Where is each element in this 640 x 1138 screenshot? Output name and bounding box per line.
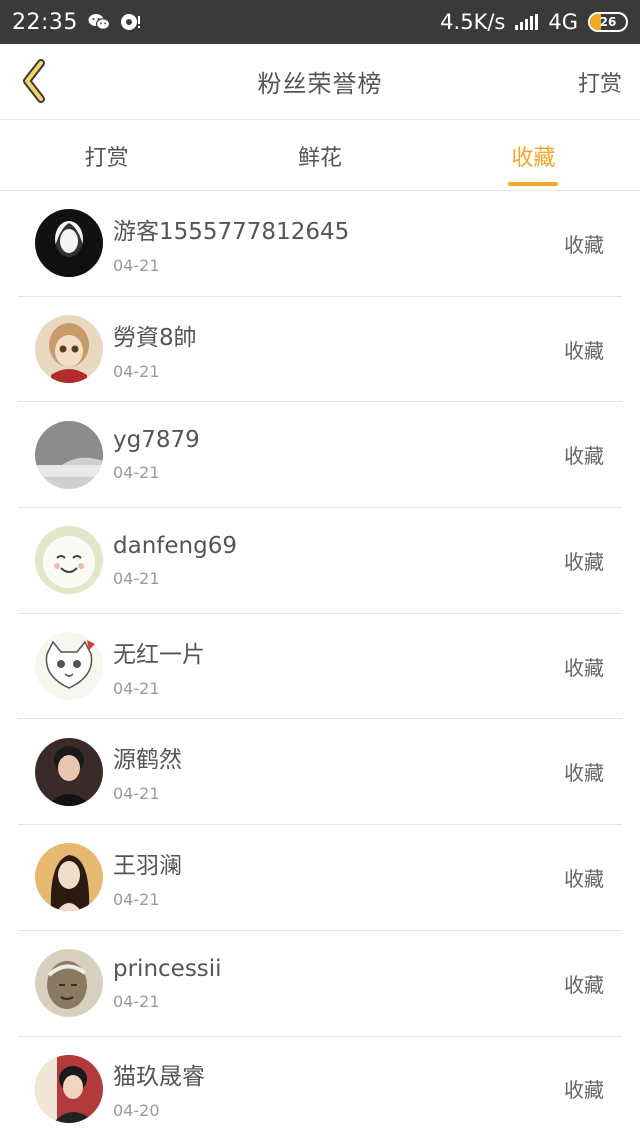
list-item[interactable]: 王羽澜 04-21 收藏	[18, 825, 622, 931]
signal-icon	[515, 14, 539, 30]
avatar	[35, 632, 103, 701]
tab-indicator	[508, 182, 559, 186]
action-label: 收藏	[564, 761, 604, 786]
avatar	[35, 315, 103, 384]
action-label: 收藏	[564, 655, 604, 680]
app-bar: 粉丝荣誉榜 打赏	[0, 44, 640, 120]
battery-level: 26	[599, 15, 617, 29]
row-date: 04-21	[113, 255, 160, 275]
tab-reward[interactable]: 打赏	[0, 121, 213, 190]
tab-bar: 打赏 鲜花 收藏	[0, 121, 640, 191]
user-name: 源鹤然	[113, 747, 182, 774]
status-right: 4.5K/s 4G 26	[440, 10, 628, 34]
action-label: 收藏	[564, 549, 604, 574]
user-name: 王羽澜	[113, 852, 182, 879]
user-name: 无红一片	[113, 641, 205, 668]
row-date: 04-21	[113, 463, 160, 483]
avatar	[35, 209, 103, 278]
list-item[interactable]: 游客1555777812645 04-21 收藏	[18, 191, 622, 297]
action-label: 收藏	[564, 972, 604, 997]
back-button[interactable]	[16, 56, 52, 106]
user-name: princessii	[113, 955, 222, 982]
fan-list: 游客1555777812645 04-21 收藏 勞資8帥 04-21 收藏 y…	[0, 191, 640, 1138]
action-label: 收藏	[564, 232, 604, 257]
row-date: 04-21	[113, 784, 160, 804]
row-date: 04-21	[113, 678, 160, 698]
net-speed: 4.5K/s	[440, 10, 506, 34]
action-label: 收藏	[564, 1078, 604, 1103]
avatar	[35, 843, 103, 912]
row-date: 04-20	[113, 1101, 160, 1121]
row-text: 游客1555777812645 04-21	[113, 212, 349, 275]
row-text: princessii 04-21	[113, 956, 222, 1011]
list-item[interactable]: 源鹤然 04-21 收藏	[18, 719, 622, 826]
list-item[interactable]: yg7879 04-21 收藏	[18, 402, 622, 509]
user-name: 猫玖晟睿	[113, 1064, 205, 1091]
avatar	[35, 1054, 103, 1123]
list-item[interactable]: 猫玖晟睿 04-20 收藏	[18, 1037, 622, 1138]
tab-label: 鲜花	[297, 145, 342, 171]
action-label: 收藏	[564, 444, 604, 469]
chevron-left-icon	[23, 59, 45, 103]
row-date: 04-21	[113, 361, 160, 381]
action-label: 收藏	[564, 866, 604, 891]
row-date: 04-21	[113, 991, 160, 1011]
tab-label: 打赏	[84, 145, 129, 171]
status-bar: 22:35 4.5K/s 4G 26	[0, 0, 640, 44]
avatar	[35, 949, 103, 1018]
notification-icon	[120, 13, 142, 31]
row-text: 勞資8帥 04-21	[113, 318, 197, 381]
list-item[interactable]: princessii 04-21 收藏	[18, 931, 622, 1037]
network-type: 4G	[548, 10, 578, 34]
tab-favorites[interactable]: 收藏	[427, 121, 640, 190]
user-name: yg7879	[113, 427, 200, 454]
row-text: 无红一片 04-21	[113, 635, 205, 698]
user-name: 勞資8帥	[113, 324, 197, 351]
list-item[interactable]: danfeng69 04-21 收藏	[18, 508, 622, 614]
avatar	[35, 526, 103, 595]
tab-label: 收藏	[511, 145, 556, 171]
battery-icon: 26	[588, 12, 628, 32]
list-item[interactable]: 无红一片 04-21 收藏	[18, 614, 622, 720]
avatar	[35, 737, 103, 806]
row-text: 猫玖晟睿 04-20	[113, 1057, 205, 1120]
status-left: 22:35	[12, 10, 142, 35]
action-label: 收藏	[564, 338, 604, 363]
tab-flowers[interactable]: 鲜花	[213, 121, 426, 190]
row-date: 04-21	[113, 568, 160, 588]
row-text: yg7879 04-21	[113, 427, 200, 482]
user-name: danfeng69	[113, 532, 237, 559]
wechat-icon	[88, 13, 110, 31]
user-name: 游客1555777812645	[113, 218, 350, 245]
row-text: 源鹤然 04-21	[113, 740, 182, 803]
list-item[interactable]: 勞資8帥 04-21 收藏	[18, 297, 622, 403]
status-time: 22:35	[12, 9, 78, 35]
row-text: danfeng69 04-21	[113, 533, 237, 588]
avatar	[35, 420, 103, 489]
row-date: 04-21	[113, 889, 160, 909]
page-title: 粉丝荣誉榜	[257, 70, 383, 98]
row-text: 王羽澜 04-21	[113, 846, 182, 909]
reward-button[interactable]: 打赏	[578, 66, 622, 98]
